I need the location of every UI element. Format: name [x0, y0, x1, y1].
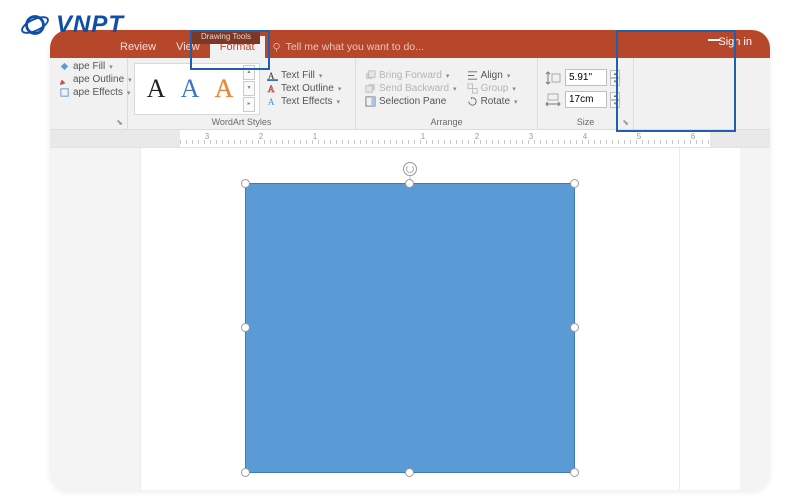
shape-fill-button[interactable]: ape Fill▾ — [56, 60, 116, 73]
align-icon — [467, 70, 478, 81]
vnpt-watermark: VNPT — [20, 10, 124, 40]
bucket-icon — [59, 61, 70, 72]
resize-handle-s[interactable] — [405, 468, 414, 477]
text-outline-icon: A — [267, 83, 278, 94]
group-objects-label: Group — [481, 83, 509, 94]
group-label-arrange: Arrange — [362, 117, 531, 128]
group-label-size: Size⬊ — [544, 117, 627, 128]
shape-outline-label: ape Outline — [73, 74, 124, 85]
text-outline-label: Text Outline — [281, 83, 334, 94]
height-input[interactable] — [565, 69, 607, 86]
height-stepper[interactable]: ▴▾ — [610, 70, 620, 86]
rotate-button[interactable]: Rotate▾ — [464, 95, 521, 108]
rotate-icon — [467, 96, 478, 107]
height-icon — [545, 71, 561, 85]
horizontal-ruler: 321123456 — [50, 130, 770, 148]
powerpoint-window: Drawing Tools Review View Format Tell me… — [50, 30, 770, 490]
slide-page[interactable] — [140, 148, 680, 490]
selection-pane-label: Selection Pane — [379, 96, 446, 107]
wordart-sample-2[interactable]: A — [173, 74, 207, 104]
text-fill-button[interactable]: A Text Fill▾ — [264, 69, 344, 82]
group-arrange: Bring Forward▾ Send Backward▾ Selection … — [356, 58, 538, 129]
svg-text:A: A — [268, 84, 275, 94]
pen-icon — [59, 74, 70, 85]
title-tabs-bar: Drawing Tools Review View Format Tell me… — [50, 30, 770, 58]
resize-handle-sw[interactable] — [241, 468, 250, 477]
align-label: Align — [481, 70, 503, 81]
gallery-spinner[interactable]: ▴▾▸ — [243, 65, 255, 112]
resize-handle-ne[interactable] — [570, 179, 579, 188]
bring-forward-button[interactable]: Bring Forward▾ — [362, 69, 460, 82]
group-label-wordart: WordArt Styles — [134, 117, 349, 128]
watermark-text: VNPT — [56, 11, 124, 39]
text-effects-icon: A — [267, 96, 278, 107]
send-backward-icon — [365, 83, 376, 94]
text-effects-label: Text Effects — [281, 96, 333, 107]
text-fill-icon: A — [267, 70, 278, 81]
bring-forward-icon — [365, 70, 376, 81]
resize-handle-se[interactable] — [570, 468, 579, 477]
selection-pane-icon — [365, 96, 376, 107]
resize-handle-n[interactable] — [405, 179, 414, 188]
rotation-handle[interactable] — [403, 162, 417, 176]
width-icon — [545, 93, 561, 107]
svg-text:A: A — [268, 97, 275, 107]
shape-fill-label: ape Fill — [73, 61, 105, 72]
text-fill-label: Text Fill — [281, 70, 315, 81]
group-button[interactable]: Group▾ — [464, 82, 521, 95]
height-spinner[interactable]: ▴▾ — [544, 69, 620, 87]
shape-outline-button[interactable]: ape Outline▾ — [56, 73, 135, 86]
vnpt-logo-icon — [20, 10, 50, 40]
width-stepper[interactable]: ▴▾ — [610, 92, 620, 108]
wordart-sample-3[interactable]: A — [207, 74, 241, 104]
lightbulb-icon — [271, 42, 282, 53]
align-button[interactable]: Align▾ — [464, 69, 521, 82]
slide-canvas-area — [50, 148, 770, 490]
tell-me-placeholder: Tell me what you want to do... — [286, 41, 424, 53]
group-size: ▴▾ ▴▾ Size⬊ — [538, 58, 634, 129]
wordart-gallery[interactable]: A A A ▴▾▸ — [134, 63, 260, 115]
resize-handle-e[interactable] — [570, 323, 579, 332]
selected-rectangle-shape[interactable] — [245, 183, 575, 473]
group-icon — [467, 83, 478, 94]
send-backward-button[interactable]: Send Backward▾ — [362, 82, 460, 95]
wordart-sample-1[interactable]: A — [139, 74, 173, 104]
text-outline-button[interactable]: A Text Outline▾ — [264, 82, 344, 95]
rotate-label: Rotate — [481, 96, 510, 107]
width-input[interactable] — [565, 91, 607, 108]
group-wordart-styles: A A A ▴▾▸ A Text Fill▾ A Text Outline▾ — [128, 58, 356, 129]
tell-me-search[interactable]: Tell me what you want to do... — [265, 36, 430, 58]
selection-pane-button[interactable]: Selection Pane — [362, 95, 460, 108]
group-shape-styles-partial: ape Fill▾ ape Outline▾ ape Effects▾ ⬊ — [50, 58, 128, 129]
effects-icon — [59, 87, 70, 98]
width-spinner[interactable]: ▴▾ — [544, 91, 620, 109]
resize-handle-nw[interactable] — [241, 179, 250, 188]
shape-effects-button[interactable]: ape Effects▾ — [56, 86, 133, 99]
bring-forward-label: Bring Forward — [379, 70, 442, 81]
send-backward-label: Send Backward — [379, 83, 449, 94]
shape-effects-label: ape Effects — [73, 87, 123, 98]
resize-handle-w[interactable] — [241, 323, 250, 332]
sign-in-link[interactable]: Sign in — [718, 36, 752, 48]
contextual-tab-label: Drawing Tools — [192, 30, 260, 44]
text-effects-button[interactable]: A Text Effects▾ — [264, 95, 344, 108]
group-label-shape: ⬊ — [56, 117, 121, 128]
ribbon: ape Fill▾ ape Outline▾ ape Effects▾ ⬊ A … — [50, 58, 770, 130]
